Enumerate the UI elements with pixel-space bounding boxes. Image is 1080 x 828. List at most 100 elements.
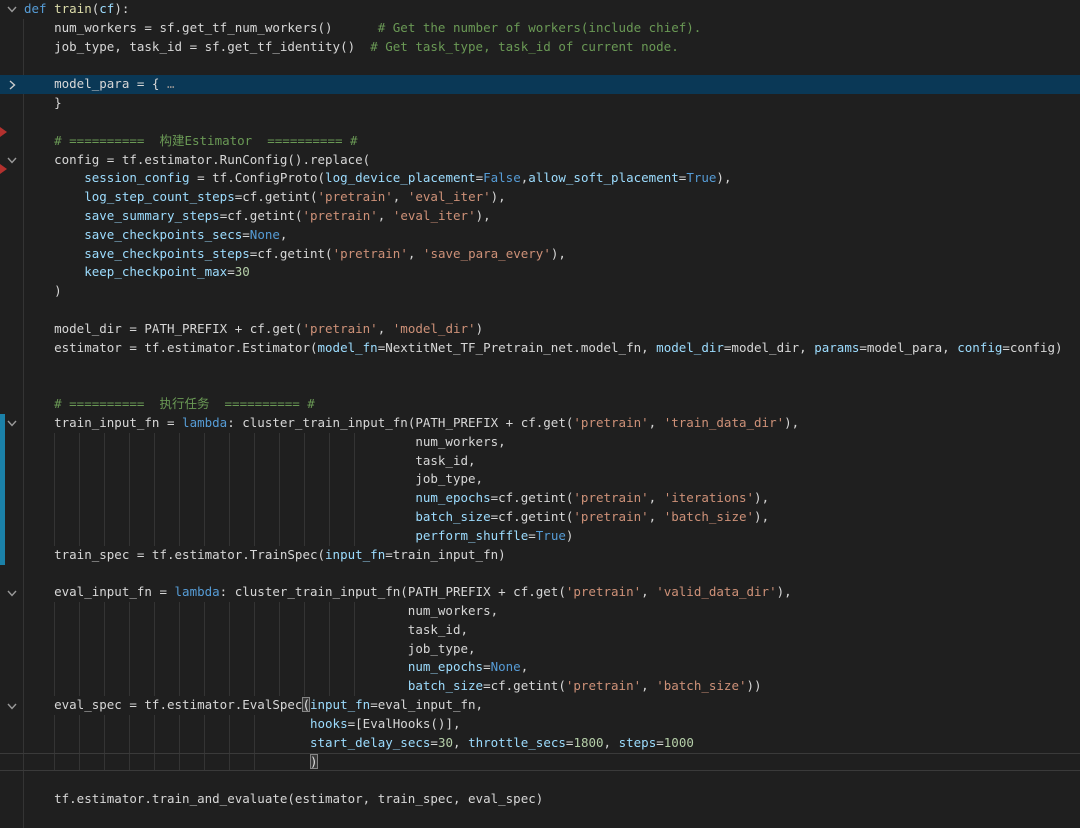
code-line[interactable] xyxy=(0,56,1080,75)
code-line[interactable]: num_epochs=cf.getint('pretrain', 'iterat… xyxy=(0,489,1080,508)
code-line[interactable]: } xyxy=(0,94,1080,113)
code-token: task_id, xyxy=(24,622,468,637)
code-token: 30 xyxy=(235,264,250,279)
code-token: False xyxy=(483,170,521,185)
code-line[interactable]: config = tf.estimator.RunConfig().replac… xyxy=(0,151,1080,170)
code-line[interactable]: eval_input_fn = lambda: cluster_train_in… xyxy=(0,583,1080,602)
code-line[interactable] xyxy=(0,357,1080,376)
code-line[interactable] xyxy=(0,564,1080,583)
code-line[interactable]: job_type, xyxy=(0,640,1080,659)
code-line[interactable] xyxy=(0,376,1080,395)
code-token: ), xyxy=(784,415,799,430)
code-token: 'eval_iter' xyxy=(408,189,491,204)
code-token: job_type, xyxy=(24,641,476,656)
code-token: , xyxy=(649,509,664,524)
code-token: allow_soft_placement xyxy=(528,170,679,185)
code-line[interactable]: num_workers, xyxy=(0,602,1080,621)
code-token: num_epochs xyxy=(408,659,483,674)
git-deleted-marker[interactable] xyxy=(0,127,7,137)
code-token: cf xyxy=(99,1,114,16)
code-line[interactable]: train_input_fn = lambda: cluster_train_i… xyxy=(0,414,1080,433)
code-token: save_summary_steps xyxy=(84,208,219,223)
code-token: batch_size xyxy=(415,509,490,524)
fold-chevron-down-icon[interactable] xyxy=(4,583,20,602)
fold-chevron-down-icon[interactable] xyxy=(4,414,20,433)
code-line[interactable]: perform_shuffle=True) xyxy=(0,527,1080,546)
code-line[interactable]: session_config = tf.ConfigProto(log_devi… xyxy=(0,169,1080,188)
code-token: job_type, task_id = sf.get_tf_identity() xyxy=(24,39,370,54)
code-line[interactable]: start_delay_secs=30, throttle_secs=1800,… xyxy=(0,734,1080,753)
code-lines: def train(cf): num_workers = sf.get_tf_n… xyxy=(0,0,1080,828)
code-line[interactable]: num_workers = sf.get_tf_num_workers() # … xyxy=(0,19,1080,38)
fold-collapsed-chevron-right-icon[interactable] xyxy=(4,75,20,94)
code-token xyxy=(24,208,84,223)
code-line[interactable]: batch_size=cf.getint('pretrain', 'batch_… xyxy=(0,677,1080,696)
code-line[interactable]: save_checkpoints_steps=cf.getint('pretra… xyxy=(0,245,1080,264)
code-token: ), xyxy=(716,170,731,185)
code-line[interactable] xyxy=(0,301,1080,320)
code-line[interactable]: eval_spec = tf.estimator.EvalSpec(input_… xyxy=(0,696,1080,715)
code-line[interactable]: model_dir = PATH_PREFIX + cf.get('pretra… xyxy=(0,320,1080,339)
code-line[interactable]: # ========== 执行任务 ========== # xyxy=(0,395,1080,414)
code-line[interactable]: ) xyxy=(0,282,1080,301)
code-token: model_dir = PATH_PREFIX + cf.get( xyxy=(24,321,302,336)
code-token: =cf.getint( xyxy=(491,490,574,505)
fold-chevron-down-icon[interactable] xyxy=(4,696,20,715)
code-token: throttle_secs xyxy=(468,735,566,750)
code-line[interactable]: model_para = { … xyxy=(0,75,1080,94)
code-token: , xyxy=(604,735,619,750)
code-token: =cf.getint( xyxy=(220,208,303,223)
code-token: 'model_dir' xyxy=(393,321,476,336)
code-token: ) xyxy=(476,321,484,336)
code-token xyxy=(24,528,415,543)
code-token xyxy=(24,189,84,204)
code-token: ), xyxy=(476,208,491,223)
code-line[interactable]: estimator = tf.estimator.Estimator(model… xyxy=(0,339,1080,358)
code-token: steps xyxy=(619,735,657,750)
code-token: 'pretrain' xyxy=(566,678,641,693)
code-token: log_device_placement xyxy=(325,170,476,185)
code-line[interactable] xyxy=(0,771,1080,790)
code-token: =train_input_fn) xyxy=(385,547,505,562)
code-token: 'save_para_every' xyxy=(423,246,551,261)
code-token: model_fn xyxy=(318,340,378,355)
fold-chevron-down-icon[interactable] xyxy=(4,0,20,19)
code-token: = xyxy=(528,528,536,543)
code-line[interactable]: task_id, xyxy=(0,621,1080,640)
code-line[interactable]: hooks=[EvalHooks()], xyxy=(0,715,1080,734)
code-token: )) xyxy=(747,678,762,693)
code-line[interactable]: ) xyxy=(0,753,1080,772)
code-line[interactable]: log_step_count_steps=cf.getint('pretrain… xyxy=(0,188,1080,207)
code-token xyxy=(24,678,408,693)
code-line[interactable]: def train(cf): xyxy=(0,0,1080,19)
code-line[interactable]: batch_size=cf.getint('pretrain', 'batch_… xyxy=(0,508,1080,527)
code-token: True xyxy=(686,170,716,185)
code-token: , xyxy=(393,189,408,204)
code-line[interactable]: task_id, xyxy=(0,452,1080,471)
code-token: , xyxy=(378,321,393,336)
code-token: hooks xyxy=(310,716,348,731)
code-line[interactable]: save_summary_steps=cf.getint('pretrain',… xyxy=(0,207,1080,226)
code-token: = xyxy=(242,227,250,242)
git-modified-marker[interactable] xyxy=(0,414,5,565)
code-line[interactable]: # ========== 构建Estimator ========== # xyxy=(0,132,1080,151)
code-line[interactable]: job_type, xyxy=(0,470,1080,489)
code-line[interactable]: num_workers, xyxy=(0,433,1080,452)
code-line[interactable]: train_spec = tf.estimator.TrainSpec(inpu… xyxy=(0,546,1080,565)
code-line[interactable] xyxy=(0,113,1080,132)
code-token: 30 xyxy=(438,735,453,750)
code-line[interactable]: tf.estimator.train_and_evaluate(estimato… xyxy=(0,790,1080,809)
code-token: start_delay_secs xyxy=(310,735,430,750)
code-token: 'batch_size' xyxy=(656,678,746,693)
code-token: # ========== 构建Estimator ========== # xyxy=(24,133,358,148)
code-line[interactable] xyxy=(0,809,1080,828)
code-token: = tf.ConfigProto( xyxy=(190,170,325,185)
code-line[interactable]: num_epochs=None, xyxy=(0,658,1080,677)
code-line[interactable]: keep_checkpoint_max=30 xyxy=(0,263,1080,282)
code-line[interactable]: job_type, task_id = sf.get_tf_identity()… xyxy=(0,38,1080,57)
code-token: 'batch_size' xyxy=(664,509,754,524)
git-deleted-marker[interactable] xyxy=(0,164,7,174)
code-line[interactable]: save_checkpoints_secs=None, xyxy=(0,226,1080,245)
code-token: ), xyxy=(777,584,792,599)
code-token: train_input_fn = xyxy=(24,415,182,430)
